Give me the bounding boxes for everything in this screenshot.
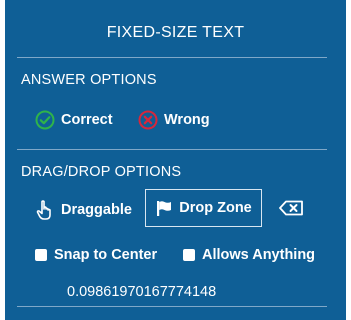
divider bbox=[17, 306, 327, 307]
backspace-icon[interactable] bbox=[279, 200, 304, 216]
wrong-option[interactable]: Wrong bbox=[138, 110, 210, 130]
divider bbox=[17, 149, 327, 150]
answer-options-heading: ANSWER OPTIONS bbox=[21, 72, 157, 88]
draggable-label: Draggable bbox=[61, 202, 132, 218]
drag-drop-options-heading: DRAG/DROP OPTIONS bbox=[21, 164, 182, 180]
panel-title: FIXED-SIZE TEXT bbox=[106, 24, 245, 41]
hand-pointer-icon bbox=[35, 199, 55, 221]
checkbox-box[interactable] bbox=[183, 249, 195, 261]
flag-icon bbox=[155, 199, 173, 217]
allows-anything-checkbox[interactable]: Allows Anything bbox=[183, 247, 315, 263]
snap-to-center-label: Snap to Center bbox=[54, 247, 158, 263]
check-circle-icon bbox=[35, 110, 55, 130]
drop-zone-button[interactable]: Drop Zone bbox=[145, 189, 262, 227]
correct-option[interactable]: Correct bbox=[35, 110, 113, 130]
checkbox-box[interactable] bbox=[35, 249, 47, 261]
value-readout: 0.09861970167774148 bbox=[67, 284, 217, 300]
allows-anything-label: Allows Anything bbox=[202, 247, 316, 263]
correct-label: Correct bbox=[61, 112, 113, 128]
wrong-label: Wrong bbox=[164, 112, 210, 128]
divider bbox=[17, 57, 327, 58]
drop-zone-label: Drop Zone bbox=[179, 200, 252, 216]
x-circle-icon bbox=[138, 110, 158, 130]
snap-to-center-checkbox[interactable]: Snap to Center bbox=[35, 247, 157, 263]
draggable-option[interactable]: Draggable bbox=[35, 199, 132, 221]
text-properties-panel: FIXED-SIZE TEXT ANSWER OPTIONS Correct W… bbox=[5, 0, 346, 320]
